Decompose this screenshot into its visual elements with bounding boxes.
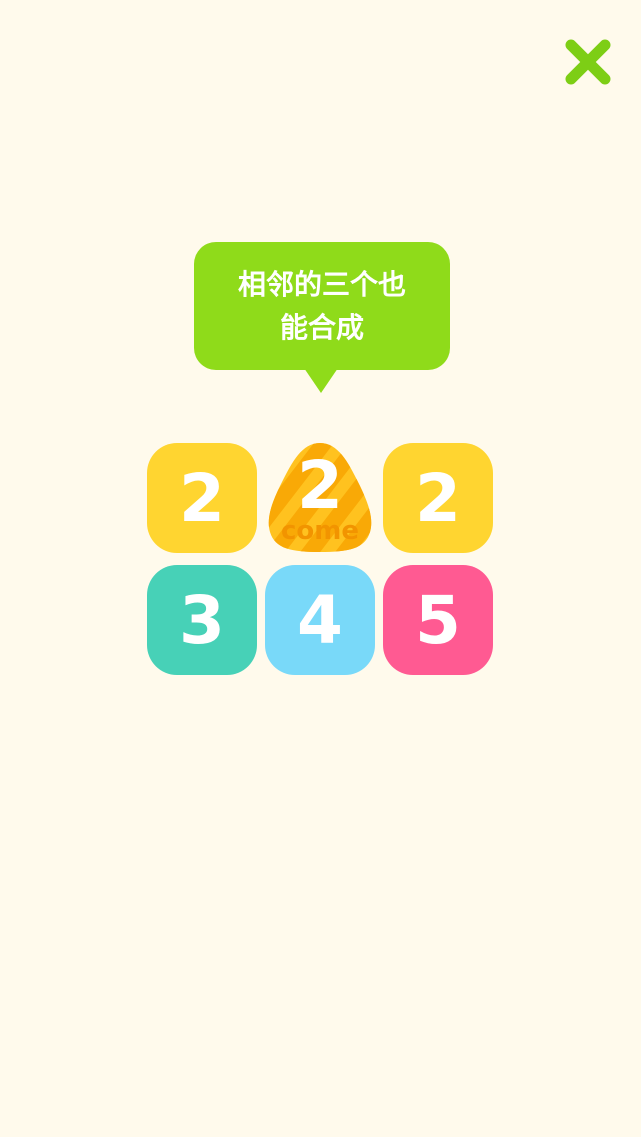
hint-line-2: 能合成 [279,311,364,344]
tile-2-left[interactable]: 2 [147,443,257,553]
tile-number: 2 [297,447,343,524]
hint-text: 相邻的三个也 能合成 [222,263,422,349]
tile-2-right[interactable]: 2 [383,443,493,553]
hint-bubble: 相邻的三个也 能合成 [194,242,450,370]
close-button[interactable] [562,36,614,88]
come-label: come [281,516,359,546]
hint-bubble-tail [304,368,338,393]
close-icon [565,39,611,85]
tile-3[interactable]: 3 [147,565,257,675]
tile-2-come[interactable]: 2 come [264,440,376,554]
hint-line-1: 相邻的三个也 [237,268,406,301]
tile-4[interactable]: 4 [265,565,375,675]
tile-5[interactable]: 5 [383,565,493,675]
